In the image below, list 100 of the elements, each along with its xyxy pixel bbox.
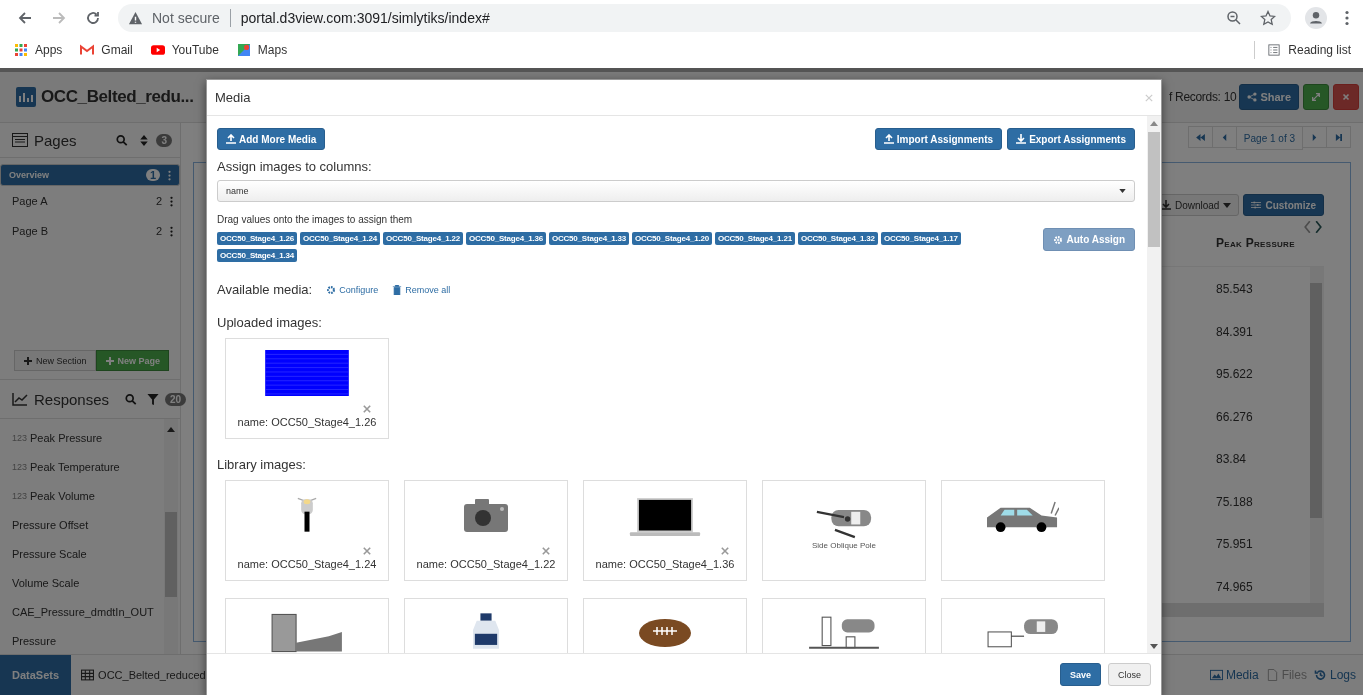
available-label: Available media: [217, 282, 313, 297]
import-button[interactable]: Import Assignments [874, 128, 1003, 150]
scroll-down-icon[interactable] [1150, 644, 1158, 649]
response-item[interactable]: CAE_Pressure_dmdtIn_OUT [0, 597, 164, 626]
forward-icon[interactable] [51, 10, 67, 26]
scroll-right-icon[interactable] [1315, 221, 1322, 233]
add-media-button[interactable]: Add More Media [217, 128, 326, 150]
remove-icon[interactable] [363, 405, 371, 413]
last-page-icon [1334, 133, 1343, 141]
scroll-up-icon[interactable] [1150, 121, 1158, 126]
first-page-button[interactable] [1187, 126, 1213, 148]
remove-icon[interactable] [363, 547, 371, 555]
scroll-up-icon[interactable] [167, 427, 175, 432]
value-tag[interactable]: OCC50_Stage4_1.22 [382, 232, 463, 245]
history-icon [1313, 669, 1327, 681]
response-item[interactable]: Pressure Offset [0, 510, 164, 539]
close-icon [1341, 92, 1351, 102]
address-bar[interactable]: Not secure portal.d3view.com:3091/simlytiks/index# [118, 4, 1291, 32]
bookmark-link[interactable]: Maps [236, 43, 288, 57]
filter-icon[interactable] [147, 392, 160, 406]
close-button[interactable]: Close [1108, 663, 1151, 686]
scrollbar-thumb[interactable] [165, 512, 177, 597]
pole-test-drawing [816, 509, 872, 539]
remove-all-link[interactable]: Remove all [392, 284, 451, 295]
scrollbar[interactable] [1310, 267, 1324, 603]
search-icon[interactable] [116, 133, 129, 147]
trash-icon [392, 284, 403, 295]
auto-assign-button[interactable]: Auto Assign [1043, 228, 1135, 251]
footer-link[interactable]: Logs [1313, 668, 1356, 682]
configure-link[interactable]: Configure [326, 284, 379, 295]
star-icon[interactable] [1260, 10, 1276, 26]
image-card[interactable]: Side Oblique Pole [762, 480, 926, 581]
value-tag[interactable]: OCC50_Stage4_1.32 [797, 232, 878, 245]
value-tag[interactable]: OCC50_Stage4_1.26 [217, 232, 297, 245]
more-icon[interactable] [170, 195, 173, 207]
share-icon [1247, 92, 1258, 102]
reload-icon[interactable] [85, 10, 101, 26]
new-section-button[interactable]: New Section [14, 350, 96, 371]
page-count: 1 [145, 169, 160, 181]
value-tag[interactable]: OCC50_Stage4_1.24 [300, 232, 380, 245]
response-item[interactable]: Pressure Scale [0, 539, 164, 568]
remove-icon[interactable] [542, 547, 550, 555]
reading-list-button[interactable]: Reading list [1267, 43, 1351, 57]
column-select[interactable]: name [217, 180, 1135, 202]
save-button[interactable]: Save [1059, 663, 1101, 686]
download-icon [1160, 200, 1171, 210]
share-button[interactable]: Share [1239, 84, 1299, 110]
response-item[interactable]: Pressure [0, 626, 164, 654]
caret-icon [1119, 189, 1126, 193]
image-card[interactable]: name: OCC50_Stage4_1.36 [583, 480, 747, 581]
menu-icon[interactable] [1345, 10, 1349, 26]
more-icon[interactable] [170, 225, 173, 237]
page-item[interactable]: Page A 2 [0, 186, 180, 216]
image-card[interactable]: name: OCC50_Stage4_1.22 [404, 480, 568, 581]
value-tag[interactable]: OCC50_Stage4_1.21 [714, 232, 795, 245]
responses-heading: Responses [34, 390, 110, 408]
dataset-tab[interactable]: OCC_Belted_reduced [71, 669, 216, 681]
remove-icon[interactable] [721, 547, 729, 555]
page-item[interactable]: Page B 2 [0, 216, 180, 246]
table-icon [81, 669, 95, 681]
footer-link[interactable]: Media [1209, 668, 1259, 682]
bookmark-link[interactable]: Gmail [80, 43, 133, 57]
close-button[interactable] [1333, 84, 1359, 110]
line-chart-icon [12, 392, 28, 406]
value-tag[interactable]: OCC50_Stage4_1.33 [548, 232, 629, 245]
scroll-left-icon[interactable] [1304, 221, 1311, 233]
page-indicator: Page 1 of 3 [1235, 126, 1303, 150]
scrollbar[interactable] [1147, 116, 1161, 653]
search-icon[interactable] [125, 392, 138, 406]
value-tag[interactable]: OCC50_Stage4_1.17 [880, 232, 961, 245]
zoom-out-icon[interactable] [1226, 10, 1242, 26]
image-card[interactable]: name: OCC50_Stage4_1.24 [225, 480, 389, 581]
datasets-tab[interactable]: DataSets [0, 655, 72, 695]
last-page-button[interactable] [1326, 126, 1351, 148]
mail-icon [80, 44, 95, 56]
more-icon[interactable] [168, 169, 171, 181]
sort-icon[interactable] [138, 133, 151, 147]
customize-button[interactable]: Customize [1243, 194, 1324, 216]
profile-icon[interactable] [1305, 7, 1327, 29]
scrollbar[interactable] [164, 419, 178, 654]
scrollbar-thumb[interactable] [1148, 132, 1160, 247]
value-tag[interactable]: OCC50_Stage4_1.34 [217, 249, 297, 262]
download-icon [1016, 134, 1027, 144]
bookmark-link[interactable]: YouTube [150, 43, 219, 57]
column-header[interactable]: Peak Pressure [1216, 236, 1324, 250]
security-label: Not secure [152, 10, 220, 26]
page-item[interactable]: Overview 1 [0, 164, 180, 186]
value-tag[interactable]: OCC50_Stage4_1.36 [465, 232, 546, 245]
bookmark-link[interactable]: Apps [14, 43, 63, 57]
table-cell-text: 84.391 [1216, 323, 1254, 341]
play-icon [150, 44, 165, 56]
export-button[interactable]: Export Assignments [1007, 128, 1135, 150]
scrollbar-thumb[interactable] [1310, 283, 1322, 518]
value-tag[interactable]: OCC50_Stage4_1.20 [631, 232, 712, 245]
expand-button[interactable] [1303, 84, 1329, 110]
pages-icon [12, 133, 28, 147]
image-card[interactable]: name: OCC50_Stage4_1.26 [225, 338, 389, 439]
response-item[interactable]: Volume Scale [0, 568, 164, 597]
upload-icon [226, 134, 236, 144]
back-icon[interactable] [17, 10, 33, 26]
